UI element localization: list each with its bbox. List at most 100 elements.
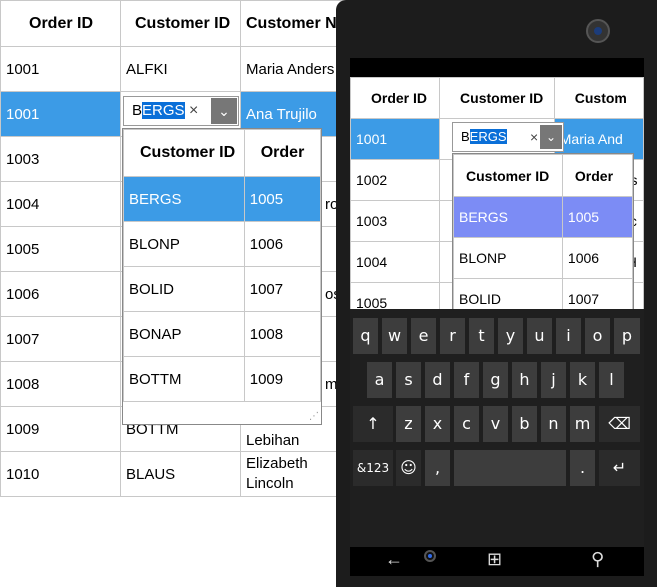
key-l[interactable]: l	[599, 362, 624, 398]
on-screen-keyboard: q w e r t y u i o p a s d f g h j k l ↑ …	[350, 309, 644, 576]
customer-id-combobox[interactable]: BERGS × ⌄	[123, 96, 239, 126]
cell-order-id[interactable]: 1004	[350, 241, 441, 283]
popup-cell-id[interactable]: BOLID	[123, 266, 245, 312]
grid-header-row: Order ID Customer ID Customer Na	[0, 0, 361, 47]
cell-order-id[interactable]: 1003	[0, 136, 121, 182]
key-n[interactable]: n	[541, 406, 566, 442]
cell-customer-id[interactable]: BLAUS	[120, 451, 241, 497]
popup-cell-order[interactable]: 1007	[243, 266, 321, 312]
windows-icon[interactable]: ⊞	[487, 549, 502, 570]
column-header-customer-id[interactable]: Customer ID	[120, 0, 241, 47]
emoji-key-icon[interactable]: ☺	[396, 450, 421, 486]
popup-cell-id[interactable]: BLONP	[453, 237, 563, 279]
key-e[interactable]: e	[411, 318, 436, 354]
cell-order-id[interactable]: 1001	[0, 46, 121, 92]
cell-order-id[interactable]: 1001	[0, 91, 121, 137]
key-o[interactable]: o	[585, 318, 610, 354]
popup-cell-id[interactable]: BOTTM	[123, 356, 245, 402]
cell-order-id[interactable]: 1005	[350, 282, 441, 309]
key-v[interactable]: v	[483, 406, 508, 442]
cell-order-id[interactable]: 1003	[350, 200, 441, 242]
camera-icon	[586, 19, 610, 43]
column-header-order-id[interactable]: Order ID	[0, 0, 121, 47]
popup-cell-order[interactable]: 1006	[243, 221, 321, 267]
table-row[interactable]: 1010 BLAUS Elizabeth Lincoln	[0, 451, 361, 497]
cell-order-id[interactable]: 1008	[0, 361, 121, 407]
key-y[interactable]: y	[498, 318, 523, 354]
popup-cell-order[interactable]: 1009	[243, 356, 321, 402]
key-w[interactable]: w	[382, 318, 407, 354]
popup-cell-id[interactable]: BLONP	[123, 221, 245, 267]
key-h[interactable]: h	[512, 362, 537, 398]
key-s[interactable]: s	[396, 362, 421, 398]
dropdown-button[interactable]: ⌄	[211, 98, 237, 124]
key-f[interactable]: f	[454, 362, 479, 398]
combobox-text[interactable]: BERGS	[132, 102, 185, 119]
key-j[interactable]: j	[541, 362, 566, 398]
key-x[interactable]: x	[425, 406, 450, 442]
popup-cell-order[interactable]: 1005	[561, 196, 633, 238]
cell-order-id[interactable]: 1005	[0, 226, 121, 272]
back-icon[interactable]: ←	[385, 549, 403, 570]
key-u[interactable]: u	[527, 318, 552, 354]
column-header-order-id[interactable]: Order ID	[350, 77, 441, 119]
popup-row[interactable]: BLONP 1006	[453, 237, 633, 279]
popup-row[interactable]: BOLID 1007	[453, 278, 633, 309]
popup-header-row: Customer ID Order	[123, 129, 321, 177]
popup-cell-id[interactable]: BERGS	[453, 196, 563, 238]
popup-cell-id[interactable]: BONAP	[123, 311, 245, 357]
key-a[interactable]: a	[367, 362, 392, 398]
popup-cell-order[interactable]: 1005	[243, 176, 321, 222]
cell-order-id[interactable]: 1004	[0, 181, 121, 227]
key-i[interactable]: i	[556, 318, 581, 354]
combobox-text[interactable]: BERGS	[461, 129, 507, 144]
cell-order-id[interactable]: 1009	[0, 406, 121, 452]
table-row[interactable]: 1001 ALFKI Maria Anders	[0, 46, 361, 92]
clear-icon[interactable]: ×	[530, 129, 538, 145]
cell-order-id[interactable]: 1001	[350, 118, 441, 160]
cell-order-id[interactable]: 1006	[0, 271, 121, 317]
key-q[interactable]: q	[353, 318, 378, 354]
keyboard-row-2: a s d f g h j k l	[350, 362, 644, 398]
popup-row[interactable]: BONAP 1008	[123, 311, 321, 357]
popup-row-selected[interactable]: BERGS 1005	[453, 196, 633, 238]
key-d[interactable]: d	[425, 362, 450, 398]
popup-cell-order[interactable]: 1006	[561, 237, 633, 279]
cell-order-id[interactable]: 1002	[350, 159, 441, 201]
key-z[interactable]: z	[396, 406, 421, 442]
key-m[interactable]: m	[570, 406, 595, 442]
numbers-key[interactable]: &123	[353, 450, 393, 486]
backspace-key-icon[interactable]: ⌫	[599, 406, 640, 442]
cell-order-id[interactable]: 1007	[0, 316, 121, 362]
key-t[interactable]: t	[469, 318, 494, 354]
shift-key-icon[interactable]: ↑	[353, 406, 393, 442]
cell-order-id[interactable]: 1010	[0, 451, 121, 497]
key-r[interactable]: r	[440, 318, 465, 354]
customer-id-combobox[interactable]: BERGS × ⌄	[452, 122, 564, 152]
key-period[interactable]: .	[570, 450, 595, 486]
dropdown-button[interactable]: ⌄	[540, 125, 562, 149]
popup-row[interactable]: BOTTM 1009	[123, 356, 321, 402]
cell-customer-id[interactable]: ALFKI	[120, 46, 241, 92]
search-icon[interactable]: ⚲	[591, 549, 604, 570]
key-k[interactable]: k	[570, 362, 595, 398]
key-comma[interactable]: ,	[425, 450, 450, 486]
popup-grid: Customer ID Order BERGS 1005 BLONP 1006 …	[453, 154, 633, 309]
popup-cell-id[interactable]: BERGS	[123, 176, 245, 222]
key-p[interactable]: p	[614, 318, 640, 354]
enter-key-icon[interactable]: ↵	[599, 450, 640, 486]
resize-grip-icon[interactable]: ⋰	[309, 411, 319, 422]
popup-cell-order[interactable]: 1007	[561, 278, 633, 309]
popup-cell-order[interactable]: 1008	[243, 311, 321, 357]
column-header-customer-name[interactable]: Custom	[553, 77, 644, 119]
column-header-customer-id[interactable]: Customer ID	[439, 77, 555, 119]
popup-row[interactable]: BLONP 1006	[123, 221, 321, 267]
popup-row[interactable]: BOLID 1007	[123, 266, 321, 312]
key-c[interactable]: c	[454, 406, 479, 442]
clear-icon[interactable]: ×	[189, 102, 198, 120]
key-g[interactable]: g	[483, 362, 508, 398]
popup-row-selected[interactable]: BERGS 1005	[123, 176, 321, 222]
space-key[interactable]	[454, 450, 566, 486]
popup-cell-id[interactable]: BOLID	[453, 278, 563, 309]
key-b[interactable]: b	[512, 406, 537, 442]
